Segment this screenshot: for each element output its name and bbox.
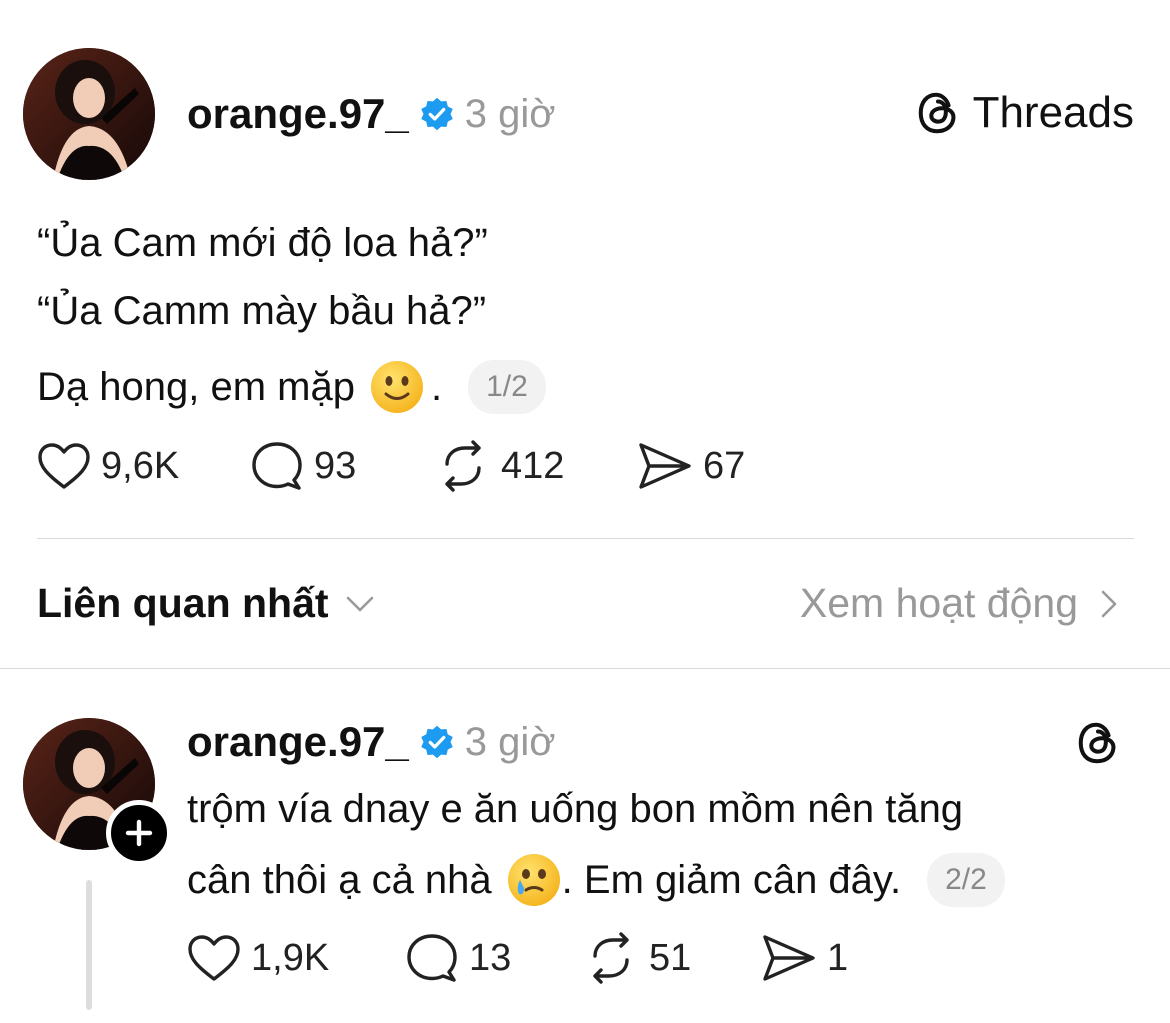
thread-connector-line [86,880,92,1010]
like-count: 1,9K [251,936,330,979]
post-text-line-3-text: Dạ hong, em mặp [37,365,355,409]
divider [37,538,1134,539]
like-count: 9,6K [101,444,180,487]
chevron-down-icon [346,596,373,611]
sort-label: Liên quan nhất [37,580,329,626]
share-count: 1 [827,936,849,979]
page-indicator: 1/2 [468,360,546,414]
post-username[interactable]: orange.97_ [187,718,409,766]
comment-icon [252,442,302,490]
follow-button[interactable] [106,800,172,866]
threads-brand[interactable]: Threads [915,88,1134,138]
repost-count: 412 [501,444,565,487]
avatar-photo [23,48,155,180]
repost-button[interactable]: 51 [583,932,761,984]
post-text-line-1: trộm vía dnay e ăn uống bon mồm nên tăng [187,787,964,831]
like-button[interactable]: 1,9K [187,933,405,983]
send-icon [763,935,815,981]
post-time: 3 giờ [464,719,556,764]
comment-count: 93 [314,444,357,487]
share-button[interactable]: 1 [761,933,848,983]
comment-icon [407,934,457,982]
comment-button[interactable]: 13 [405,932,583,984]
post-text-line-2: “Ủa Camm mày bầu hả?” [37,289,487,333]
plus-icon [125,819,153,847]
sort-dropdown[interactable]: Liên quan nhất [37,580,375,627]
avatar[interactable] [23,48,155,180]
post-username[interactable]: orange.97_ [187,90,409,138]
threads-logo-icon [918,92,955,134]
post-text-line-1: “Ủa Cam mới độ loa hả?” [37,221,488,265]
face-holding-back-tears-icon [507,854,560,906]
comment-count: 13 [469,936,512,979]
post-text-line-2-start: cân thôi ạ cả nhà [187,858,492,902]
comment-button[interactable]: 93 [250,440,435,492]
post-text-line-2: cân thôi ạ cả nhà . Em giảm cân đây. 2/2 [187,845,1005,915]
slightly-smiling-face-icon [370,361,423,413]
verified-badge-icon [421,725,453,759]
threads-logo-icon[interactable] [1075,720,1121,766]
heart-icon [38,443,90,489]
verified-badge-icon [421,97,453,131]
repost-icon [593,932,629,984]
post-text-line-2-end: . Em giảm cân đây. [561,858,902,902]
send-icon [639,443,691,489]
repost-count: 51 [649,936,692,979]
view-activity-label: Xem hoạt động [799,580,1078,626]
view-activity-link[interactable]: Xem hoạt động [800,580,1118,627]
repost-button[interactable]: 412 [435,440,637,492]
chevron-right-icon [1101,590,1117,617]
like-button[interactable]: 9,6K [37,441,250,491]
page-indicator: 2/2 [927,853,1005,907]
post-time: 3 giờ [464,91,556,136]
repost-icon [445,440,481,492]
heart-icon [188,935,240,981]
share-button[interactable]: 67 [637,441,745,491]
brand-name: Threads [972,88,1134,137]
post-text-period: . [430,365,443,409]
divider [0,668,1170,669]
share-count: 67 [703,444,746,487]
post-text-line-3: Dạ hong, em mặp . 1/2 [37,352,546,422]
